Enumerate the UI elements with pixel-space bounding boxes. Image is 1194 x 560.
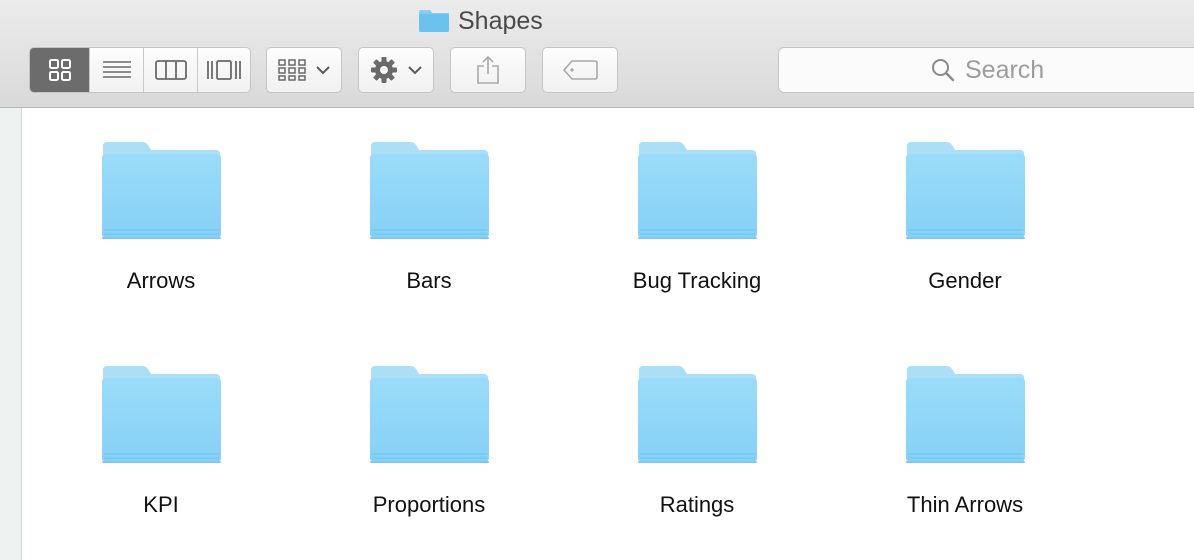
- share-icon: [477, 55, 499, 84]
- folder-icon: [419, 10, 449, 32]
- folder-icon: [100, 140, 222, 240]
- folder-item[interactable]: Bars: [309, 140, 549, 330]
- list-view-button[interactable]: [89, 48, 143, 92]
- folder-name: Arrows: [126, 268, 196, 293]
- window-title: Shapes: [418, 6, 543, 36]
- folder-grid: Arrows Bars Bug Tracking Gender KPI Prop…: [21, 108, 1194, 560]
- folder-icon: [904, 140, 1026, 240]
- search-placeholder: Search: [965, 55, 1045, 84]
- folder-icon: [368, 140, 490, 240]
- folder-item[interactable]: Thin Arrows: [845, 364, 1085, 554]
- finder-toolbar: Shapes Search: [0, 0, 1194, 108]
- folder-icon: [368, 364, 490, 464]
- column-view-button[interactable]: [143, 48, 197, 92]
- folder-icon: [904, 364, 1026, 464]
- folder-name: Bars: [406, 268, 452, 293]
- folder-item[interactable]: KPI: [41, 364, 281, 554]
- folder-name: Gender: [928, 268, 1002, 293]
- action-button[interactable]: [358, 47, 434, 93]
- cover-flow-view-button[interactable]: [197, 48, 250, 92]
- folder-item[interactable]: Arrows: [41, 140, 281, 330]
- search-field[interactable]: Search: [778, 47, 1194, 93]
- folder-item[interactable]: Gender: [845, 140, 1085, 330]
- arrange-button[interactable]: [266, 47, 342, 93]
- folder-item[interactable]: Bug Tracking: [577, 140, 817, 330]
- folder-name: Proportions: [372, 492, 486, 517]
- column-view-icon: [154, 60, 187, 80]
- folder-item[interactable]: Proportions: [309, 364, 549, 554]
- icon-view-icon: [48, 59, 71, 81]
- cover-flow-icon: [207, 60, 241, 80]
- list-view-icon: [102, 61, 131, 78]
- chevron-down-icon: [408, 66, 422, 75]
- sidebar-edge: [0, 108, 22, 560]
- folder-name: KPI: [143, 492, 179, 517]
- share-button[interactable]: [450, 47, 526, 93]
- folder-name: Ratings: [659, 492, 735, 517]
- icon-view-button[interactable]: [30, 48, 89, 92]
- chevron-down-icon: [316, 66, 330, 75]
- folder-item[interactable]: Ratings: [577, 364, 817, 554]
- folder-icon: [100, 364, 222, 464]
- tags-button[interactable]: [542, 47, 618, 93]
- folder-icon: [636, 140, 758, 240]
- gear-icon: [371, 57, 397, 83]
- view-mode-segmented-control: [29, 47, 251, 93]
- tag-icon: [562, 60, 598, 80]
- arrange-grid-icon: [278, 59, 306, 81]
- search-icon: [932, 59, 955, 82]
- folder-name: Thin Arrows: [906, 492, 1024, 517]
- folder-icon: [636, 364, 758, 464]
- window-title-text: Shapes: [458, 6, 543, 35]
- folder-name: Bug Tracking: [632, 268, 762, 293]
